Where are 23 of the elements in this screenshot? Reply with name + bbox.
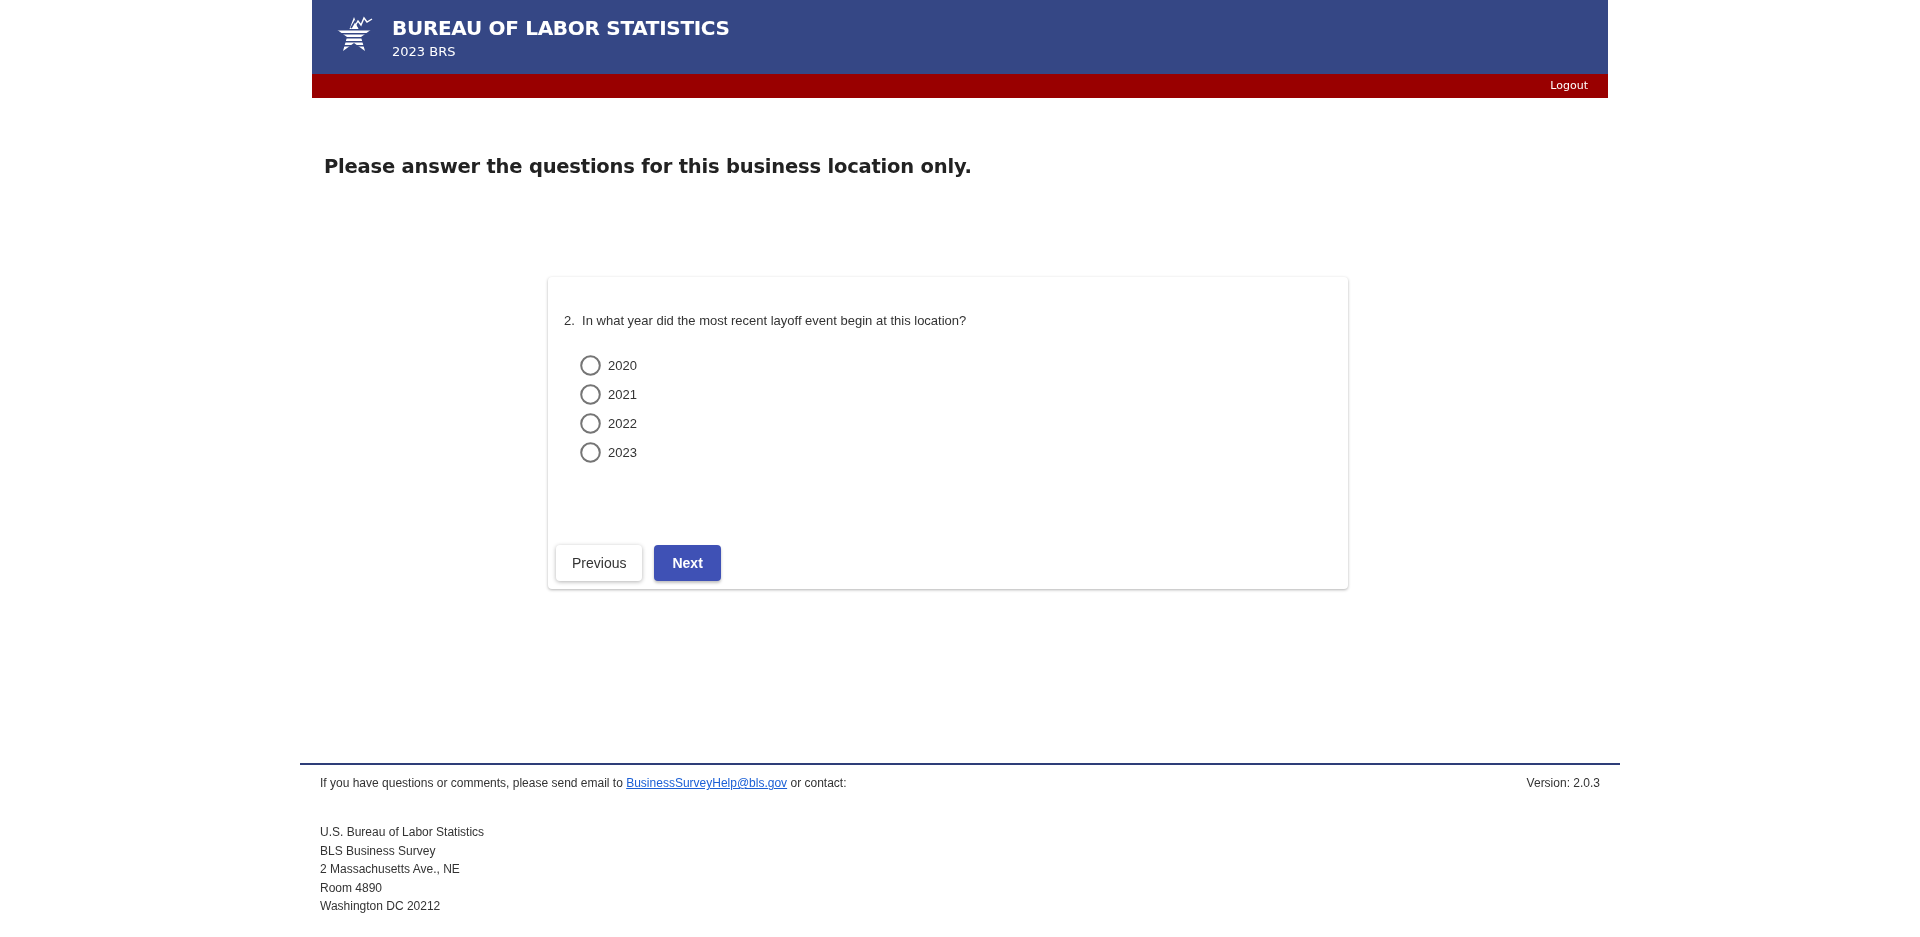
address-line: Washington DC 20212 — [320, 898, 441, 915]
radio-button[interactable] — [580, 355, 601, 376]
radio-button[interactable] — [580, 442, 601, 463]
next-button[interactable]: Next — [654, 545, 721, 581]
address-line: 2 Massachusetts Ave., NE — [320, 861, 460, 878]
address-line: Room 4890 — [320, 879, 383, 897]
address-line: U.S. Bureau of Labor Statistics — [320, 824, 485, 841]
radio-button[interactable] — [580, 384, 601, 405]
option-label: 2020 — [608, 357, 637, 374]
site-title: BUREAU OF LABOR STATISTICS — [392, 16, 730, 40]
page-heading: Please answer the questions for this business location only. — [324, 154, 972, 180]
question-text: 2. In what year did the most recent layoff event begin at this location? — [564, 312, 967, 330]
email-link[interactable]: BusinessSurveyHelp@bls.gov — [626, 776, 788, 790]
previous-button[interactable]: Previous — [556, 545, 643, 581]
option-label: 2023 — [608, 444, 637, 461]
address-line: BLS Business Survey — [320, 842, 436, 860]
contact-text: If you have questions or comments, please send email to BusinessSurveyHelp@bls.gov or contact: — [320, 775, 847, 792]
option-label: 2021 — [608, 386, 637, 403]
version-text: Version: 2.0.3 — [1526, 775, 1600, 792]
logout-link[interactable]: Logout — [1550, 79, 1588, 93]
site-subtitle: 2023 BRS — [392, 44, 456, 60]
option-label: 2022 — [608, 415, 637, 432]
radio-button[interactable] — [580, 413, 601, 434]
